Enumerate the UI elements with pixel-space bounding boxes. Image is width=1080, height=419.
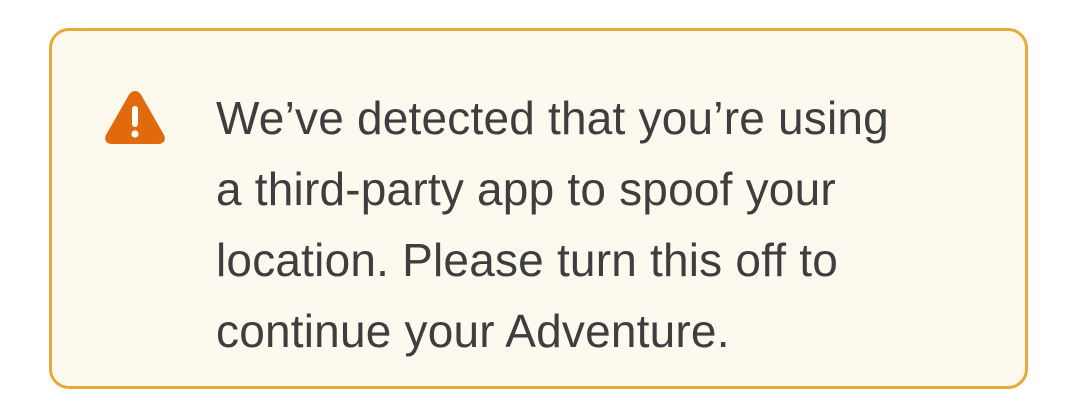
- warning-message-line-2: a third-party app to spoof your: [216, 163, 836, 215]
- warning-message-line-1: We’ve detected that you’re using: [216, 92, 889, 144]
- location-spoof-warning-banner: We’ve detected that you’re using a third…: [49, 28, 1028, 389]
- warning-triangle-icon: [105, 91, 165, 144]
- warning-message: We’ve detected that you’re using a third…: [216, 83, 936, 367]
- warning-message-line-3: location. Please turn this off to: [216, 234, 839, 286]
- warning-message-line-4: continue your Adventure.: [216, 305, 730, 357]
